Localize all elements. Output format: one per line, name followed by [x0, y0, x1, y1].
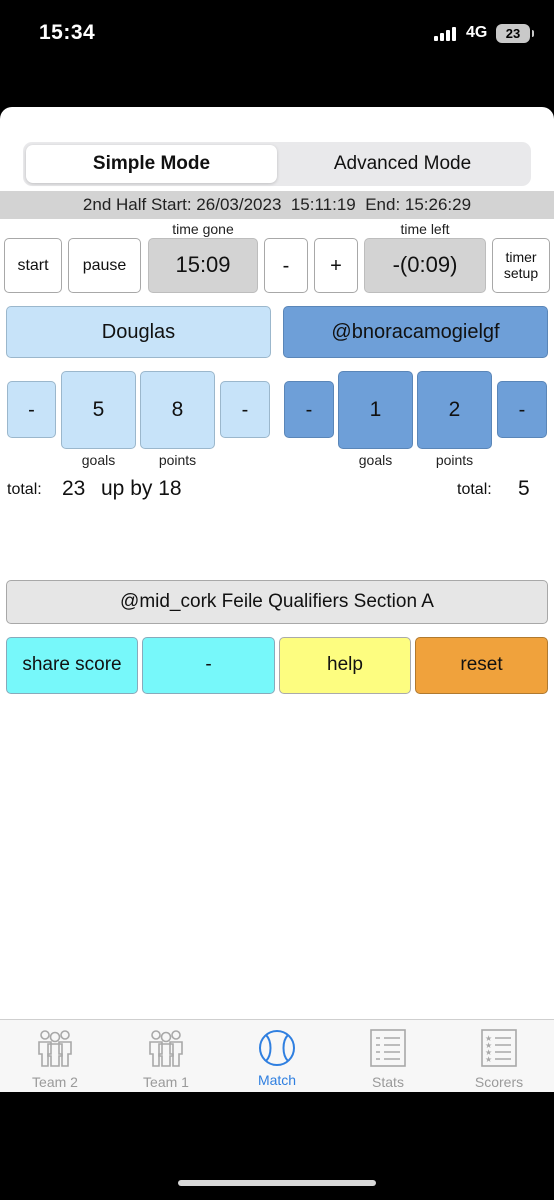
time-left-label: time left [400, 221, 450, 237]
away-team-name-button[interactable]: @bnoracamogielgf [283, 306, 548, 358]
away-goals-label: goals [358, 452, 393, 468]
away-points-minus-button[interactable]: - [497, 381, 547, 438]
away-total-label: total: [457, 481, 492, 498]
home-team-name-button[interactable]: Douglas [6, 306, 271, 358]
signal-icon [434, 27, 458, 41]
time-gone-display: 15:09 [148, 238, 258, 293]
home-points-button[interactable]: 8 [140, 371, 215, 449]
home-goals-label: goals [81, 452, 116, 468]
home-goals-button[interactable]: 5 [61, 371, 136, 449]
advanced-mode-tab[interactable]: Advanced Mode [277, 145, 528, 183]
team-icon [149, 1030, 183, 1067]
match-title-button[interactable]: @mid_cork Feile Qualifiers Section A [6, 580, 548, 624]
tab-match[interactable]: Match [222, 1020, 332, 1092]
pause-button[interactable]: pause [68, 238, 141, 293]
home-total-label: total: [7, 481, 42, 498]
tab-team-1-label: Team 1 [143, 1074, 189, 1090]
tab-bar: Team 2 Team 1 Match Stats ★ ★ ★ ★ Scorer… [0, 1019, 554, 1092]
home-total-value: 23 [62, 477, 86, 500]
away-total-value: 5 [518, 477, 530, 500]
battery-icon: 23 [496, 24, 534, 43]
away-points-button[interactable]: 2 [417, 371, 492, 449]
tab-match-label: Match [257, 1072, 297, 1088]
svg-text:★: ★ [485, 1055, 492, 1064]
home-points-label: points [158, 452, 197, 468]
tab-team-2[interactable]: Team 2 [0, 1020, 110, 1092]
away-points-label: points [435, 452, 474, 468]
away-goals-button[interactable]: 1 [338, 371, 413, 449]
status-time: 15:34 [39, 21, 96, 44]
home-margin-text: up by 18 [101, 477, 182, 500]
dash-button[interactable]: - [142, 637, 275, 694]
tab-stats[interactable]: Stats [333, 1020, 443, 1092]
time-gone-label: time gone [172, 221, 234, 237]
network-type: 4G [466, 24, 488, 41]
tab-stats-label: Stats [372, 1074, 404, 1090]
ball-icon [259, 1030, 295, 1066]
reset-button[interactable]: reset [415, 637, 548, 694]
timer-plus-button[interactable]: + [314, 238, 358, 293]
mode-segmented-control: Simple Mode Advanced Mode [23, 142, 531, 186]
status-bar: 15:34 4G 23 [0, 0, 554, 70]
home-goals-minus-button[interactable]: - [7, 381, 56, 438]
share-score-button[interactable]: share score [6, 637, 138, 694]
team-icon [38, 1030, 72, 1067]
tab-team-1[interactable]: Team 1 [111, 1020, 221, 1092]
away-goals-minus-button[interactable]: - [284, 381, 334, 438]
star-list-icon: ★★★★ [481, 1029, 517, 1067]
tab-scorers[interactable]: ★ ★ ★ ★ Scorers [444, 1020, 554, 1092]
start-button[interactable]: start [4, 238, 62, 293]
list-icon [370, 1029, 406, 1067]
timer-setup-line1: timer [505, 249, 537, 266]
tab-scorers-label: Scorers [474, 1074, 524, 1090]
simple-mode-tab[interactable]: Simple Mode [26, 145, 277, 183]
half-info-bar: 2nd Half Start: 26/03/2023 15:11:19 End:… [0, 191, 554, 219]
timer-minus-button[interactable]: - [264, 238, 308, 293]
home-indicator [178, 1180, 376, 1186]
timer-setup-line2: setup [503, 264, 539, 281]
time-left-display: -(0:09) [364, 238, 486, 293]
timer-setup-button[interactable]: timer setup [492, 238, 550, 293]
tab-team-2-label: Team 2 [32, 1074, 78, 1090]
help-button[interactable]: help [279, 637, 411, 694]
home-points-minus-button[interactable]: - [220, 381, 270, 438]
